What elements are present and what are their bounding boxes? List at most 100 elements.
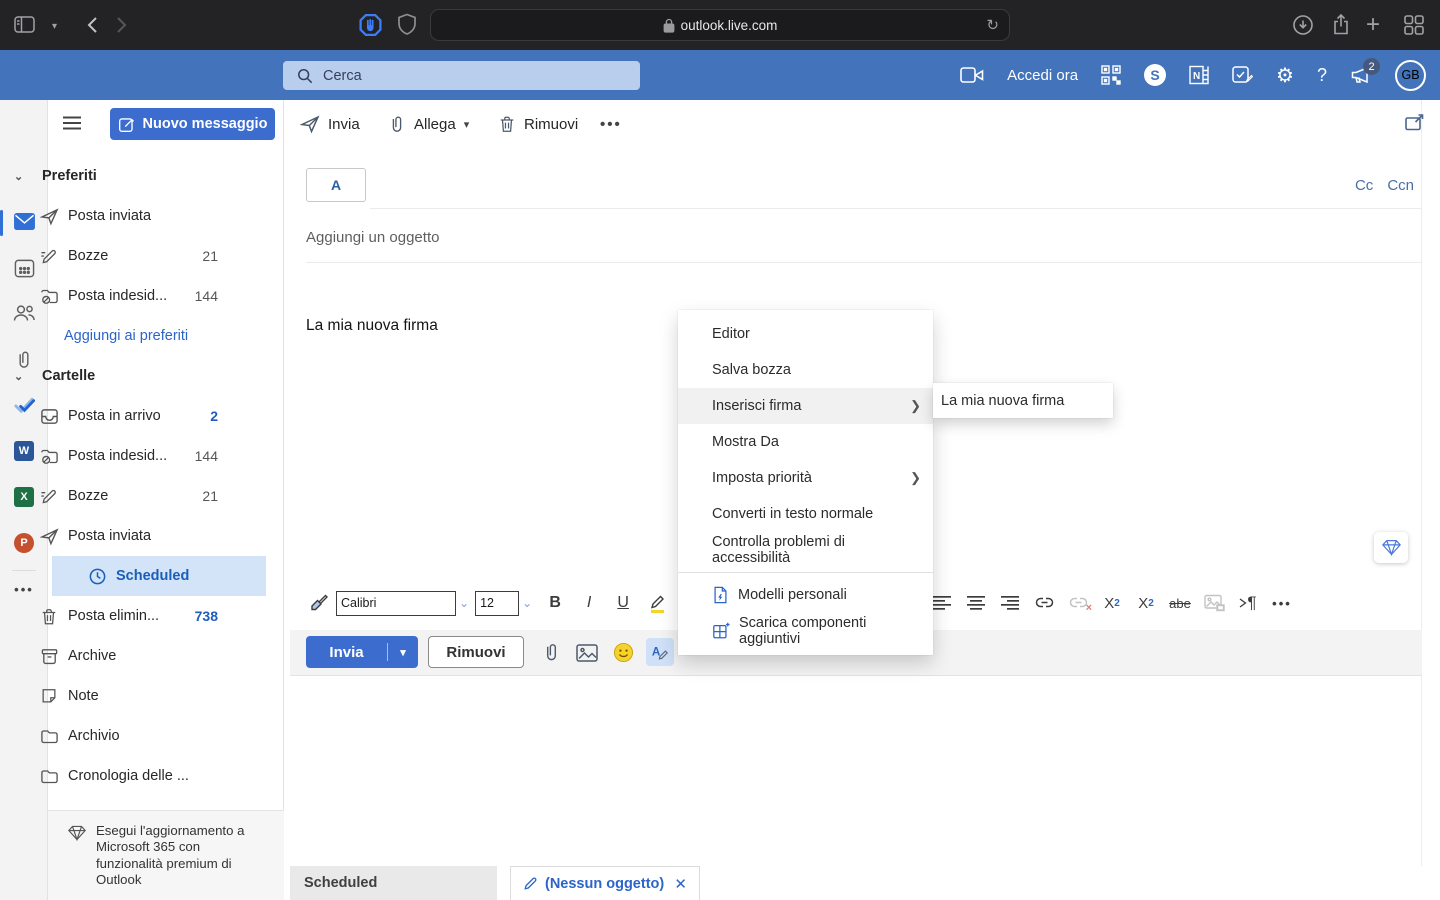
downloads-icon[interactable] — [1292, 14, 1314, 36]
share-icon[interactable] — [1330, 13, 1352, 37]
favorites-header[interactable]: ⌄ Preferiti — [0, 156, 236, 196]
folder-scheduled[interactable]: Scheduled — [52, 556, 266, 596]
emoji-icon[interactable] — [613, 642, 634, 663]
folder-posta-eliminata[interactable]: Posta elimin... 738 — [0, 596, 236, 636]
align-right-icon[interactable] — [993, 595, 1027, 611]
privacy-shield-icon[interactable] — [397, 13, 417, 36]
format-painter-icon[interactable] — [302, 593, 336, 613]
search-box[interactable]: Cerca — [283, 61, 640, 90]
paragraph-direction-icon[interactable]: ¶ — [1231, 593, 1265, 613]
minimized-draft-tab[interactable]: Scheduled — [290, 866, 497, 900]
todo-icon[interactable] — [1232, 65, 1253, 85]
font-chevron-icon[interactable]: ⌄ — [459, 596, 469, 610]
folder-archivio[interactable]: Archivio — [0, 716, 236, 756]
link-icon[interactable] — [1027, 594, 1061, 612]
add-favorites-link[interactable]: Aggiungi ai preferiti — [0, 316, 236, 356]
insert-image-icon[interactable] — [1197, 594, 1231, 612]
send-split-button[interactable]: Invia ▾ — [306, 636, 418, 668]
italic-button[interactable]: I — [572, 594, 606, 612]
rail-divider — [12, 570, 36, 571]
message-body-text[interactable]: La mia nuova firma — [306, 317, 438, 335]
format-toolbar-right: × X2 X2 abe ¶ ••• — [925, 589, 1299, 617]
folder-bozze[interactable]: Bozze 21 — [0, 476, 236, 516]
cc-link[interactable]: Cc — [1355, 177, 1373, 194]
to-button[interactable]: A — [306, 168, 366, 202]
upgrade-banner[interactable]: Esegui l'aggiornamento a Microsoft 365 c… — [48, 810, 284, 900]
align-center-icon[interactable] — [959, 595, 993, 611]
insert-picture-icon[interactable] — [576, 644, 598, 662]
sidebar-item-bozze[interactable]: Bozze 21 — [0, 236, 236, 276]
meet-now-icon[interactable] — [960, 66, 984, 84]
menu-item-modelli-personali[interactable]: Modelli personali — [678, 577, 933, 613]
collapse-pane-icon[interactable] — [62, 115, 82, 131]
menu-item-scarica-componenti[interactable]: Scarica componenti aggiuntivi — [678, 613, 933, 649]
font-name-input[interactable] — [336, 591, 456, 616]
whats-new-icon[interactable]: 2 — [1350, 65, 1372, 85]
folder-posta-in-arrivo[interactable]: Posta in arrivo 2 — [0, 396, 236, 436]
settings-gear-icon[interactable]: ⚙ — [1276, 63, 1294, 88]
content-blocker-icon[interactable] — [358, 12, 383, 38]
signature-submenu-item[interactable]: La mia nuova firma — [933, 383, 1113, 418]
bold-button[interactable]: B — [538, 594, 572, 612]
folder-cronologia[interactable]: Cronologia delle ... — [0, 756, 236, 796]
new-tab-icon[interactable]: + — [1366, 11, 1380, 39]
attach-file-icon[interactable] — [542, 641, 561, 663]
send-options-chevron-icon[interactable]: ▾ — [388, 646, 418, 659]
font-size-input[interactable] — [475, 591, 519, 616]
active-draft-tab[interactable]: (Nessun oggetto) ✕ — [510, 866, 700, 900]
more-format-icon[interactable]: ••• — [1265, 596, 1299, 611]
menu-item-salva-bozza[interactable]: Salva bozza — [678, 352, 933, 388]
sidebar-item-posta-indesiderata[interactable]: Posta indesid... 144 — [0, 276, 236, 316]
sidebar-toggle-icon[interactable] — [14, 16, 35, 33]
send-command[interactable]: Invia — [300, 110, 360, 138]
open-in-new-window-icon[interactable] — [1404, 113, 1425, 132]
bcc-link[interactable]: Ccn — [1387, 177, 1414, 194]
unlink-icon[interactable]: × — [1061, 594, 1095, 612]
close-tab-icon[interactable]: ✕ — [674, 875, 687, 893]
forward-icon[interactable] — [112, 13, 130, 37]
menu-item-inserisci-firma[interactable]: Inserisci firma ❯ — [678, 388, 933, 424]
subscript-button[interactable]: X2 — [1129, 595, 1163, 612]
superscript-button[interactable]: X2 — [1095, 595, 1129, 612]
address-bar[interactable]: outlook.live.com ↻ — [430, 9, 1010, 41]
menu-item-editor[interactable]: Editor — [678, 316, 933, 352]
search-placeholder: Cerca — [323, 68, 362, 84]
folder-archive[interactable]: Archive — [0, 636, 236, 676]
inbox-icon — [40, 407, 60, 426]
menu-item-accessibilita[interactable]: Controlla problemi di accessibilità — [678, 532, 933, 568]
draw-text-icon[interactable]: A — [646, 638, 674, 666]
menu-item-converti-testo[interactable]: Converti in testo normale — [678, 496, 933, 532]
highlighter-icon[interactable] — [640, 592, 674, 614]
attach-command[interactable]: Allega ▾ — [388, 110, 469, 138]
back-icon[interactable] — [84, 13, 102, 37]
reload-icon[interactable]: ↻ — [986, 16, 999, 34]
underline-button[interactable]: U — [606, 594, 640, 612]
new-message-button[interactable]: Nuovo messaggio — [110, 108, 275, 140]
strikethrough-button[interactable]: abe — [1163, 596, 1197, 611]
sidebar-chevron-icon[interactable]: ▾ — [52, 21, 57, 32]
editor-gem-button[interactable] — [1374, 532, 1408, 563]
qr-code-icon[interactable] — [1101, 65, 1121, 85]
menu-item-mostra-da[interactable]: Mostra Da — [678, 424, 933, 460]
size-chevron-icon[interactable]: ⌄ — [522, 596, 532, 610]
menu-item-imposta-priorita[interactable]: Imposta priorità ❯ — [678, 460, 933, 496]
help-icon[interactable]: ? — [1317, 65, 1327, 86]
avatar[interactable]: GB — [1395, 60, 1426, 91]
folder-posta-inviata[interactable]: Posta inviata — [0, 516, 236, 556]
trash-icon — [498, 114, 516, 134]
skype-icon[interactable]: S — [1144, 64, 1166, 86]
folder-note[interactable]: Note — [0, 676, 236, 716]
folder-posta-indesiderata[interactable]: Posta indesid... 144 — [0, 436, 236, 476]
folders-header[interactable]: ⌄ Cartelle — [0, 356, 236, 396]
discard-button[interactable]: Rimuovi — [428, 636, 524, 668]
sign-in-link[interactable]: Accedi ora — [1007, 67, 1078, 84]
chevron-down-icon: ▾ — [464, 118, 470, 131]
subject-placeholder[interactable]: Aggiungi un oggetto — [306, 229, 439, 246]
archive-icon — [40, 647, 60, 666]
onenote-icon[interactable]: N — [1189, 65, 1209, 85]
tab-overview-icon[interactable] — [1403, 14, 1425, 36]
remove-command[interactable]: Rimuovi — [498, 110, 578, 138]
more-apps-icon[interactable]: ••• — [0, 582, 48, 597]
sidebar-item-posta-inviata[interactable]: Posta inviata — [0, 196, 236, 236]
more-commands-icon[interactable]: ••• — [600, 110, 622, 138]
